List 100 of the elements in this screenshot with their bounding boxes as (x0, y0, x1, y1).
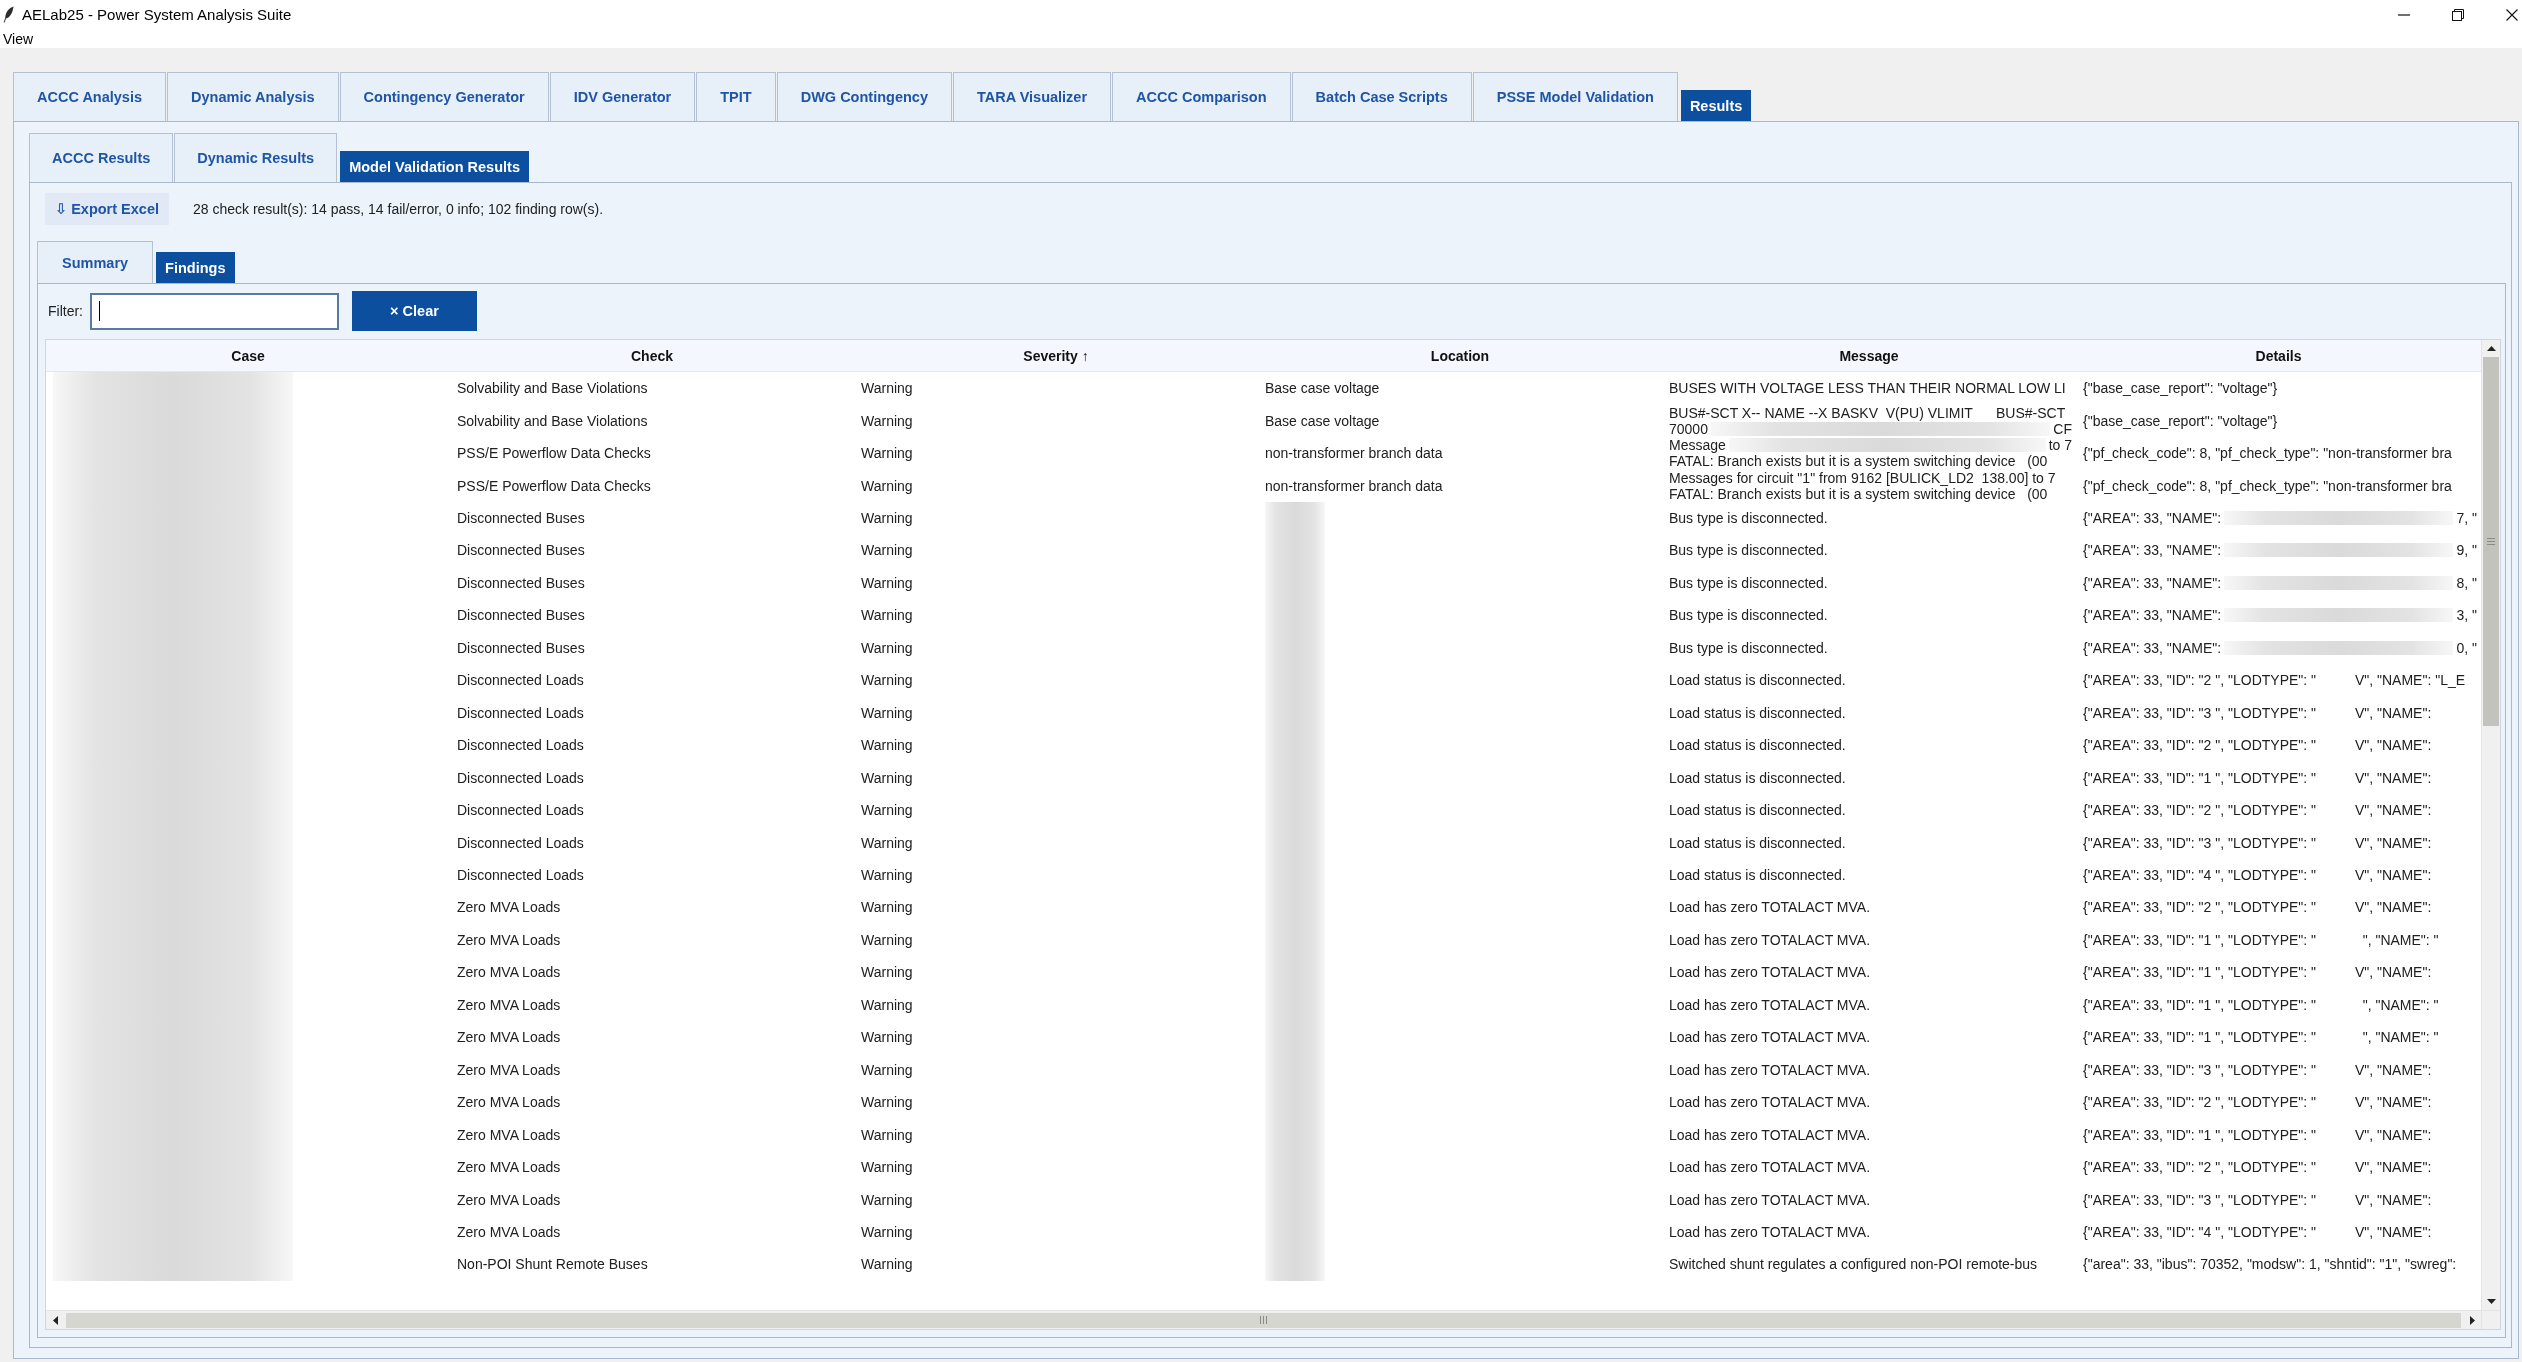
tab[interactable]: IDV Generator (549, 72, 696, 121)
table-cell-text: Warning (860, 930, 914, 950)
cell-text: Messages for circuit "1" from 9162 [BULICK_LD2 138.00] to 7 (1669, 469, 2056, 486)
table-cell-text: Bus type is disconnected. (1668, 573, 1829, 593)
table-cell-text: Zero MVA Loads (456, 995, 562, 1015)
table-cell-text: Zero MVA Loads (456, 1028, 562, 1048)
table-cell-text: Warning (860, 671, 914, 691)
table-cell-text: {"AREA": 33, "ID": "1 ", "LODTYPE": " V", "NAME": (2082, 963, 2433, 983)
table-cell-text: Load has zero TOTALACT MVA. (1668, 995, 1872, 1015)
tab[interactable]: ACCC Comparison (1112, 72, 1291, 121)
table-cell-text: Load status is disconnected. (1668, 703, 1847, 723)
table-cell-text: {"AREA": 33, "ID": "1 ", "LODTYPE": " ", "NAME": " (2082, 930, 2440, 950)
scrollbar-thumb[interactable] (66, 1312, 2461, 1328)
table-cell-text: BUSES WITH VOLTAGE LESS THAN THEIR NORMAL LOW LI (1668, 379, 2067, 399)
table-cell-text: Disconnected Buses (456, 638, 586, 658)
cell-text: BUS#-SCT X-- NAME --X BASKV V(PU) VLIMIT BUS#-SCT (1669, 404, 2066, 421)
feather-icon (3, 6, 14, 23)
tab[interactable]: TARA Visualizer (952, 72, 1112, 121)
table-cell-text: Warning (860, 768, 914, 788)
table-cell-text: Disconnected Buses (456, 541, 586, 561)
table-cell-text: Zero MVA Loads (456, 1060, 562, 1080)
cell-text: FATAL: Branch exists but it is a system switching device (00 (1669, 453, 2048, 470)
scroll-down-arrow-icon[interactable] (2486, 1299, 2496, 1304)
scrollbar-thumb[interactable] (2483, 357, 2499, 726)
table-cell-text: Warning (860, 573, 914, 593)
cell-text: 7, " (2456, 510, 2477, 527)
table-cell-text: {"AREA": 33, "ID": "2 ", "LODTYPE": " V", "NAME": (2082, 801, 2433, 821)
blurred-redaction (1265, 1248, 1325, 1281)
column-header[interactable]: Location (1258, 340, 1662, 371)
restore-icon[interactable] (2452, 8, 2464, 21)
table-cell-text: {"AREA": 33, "ID": "4 ", "LODTYPE": " V", "NAME": (2082, 866, 2433, 885)
column-header[interactable]: Details (2076, 340, 2481, 371)
tab[interactable]: ACCC Analysis (13, 72, 167, 121)
table-cell-text: Warning (860, 638, 914, 658)
table-cell-text: Warning (860, 444, 914, 464)
table-cell-text: {"AREA": 33, "ID": "3 ", "LODTYPE": " V", "NAME": (2082, 703, 2433, 723)
table-cell-text: Warning (860, 411, 914, 431)
table-cell-text: Zero MVA Loads (456, 1125, 562, 1145)
table-cell-text: {"AREA": 33, "ID": "2 ", "LODTYPE": " V", "NAME": "L_E (2082, 671, 2467, 691)
tab[interactable]: Results (1680, 90, 1752, 121)
column-header[interactable]: Message (1662, 340, 2076, 371)
horizontal-scrollbar[interactable] (46, 1310, 2481, 1329)
table-cell-text: {"pf_check_code": 8, "pf_check_type": "non-transformer bra (2082, 444, 2453, 464)
export-button[interactable]: ⇩ Export Excel (45, 193, 169, 225)
column-header[interactable]: Case (46, 340, 450, 371)
tab[interactable]: Model Validation Results (340, 151, 529, 182)
table-cell-text: non-transformer branch data (1264, 444, 1444, 464)
table-cell-text: {"AREA": 33, "ID": "1 ", "LODTYPE": " V", "NAME": (2082, 768, 2433, 788)
tab[interactable]: Contingency Generator (339, 72, 549, 121)
tab[interactable]: ACCC Results (29, 133, 174, 182)
table-cell-text: Zero MVA Loads (456, 1190, 562, 1210)
table-cell-text: Warning (860, 1158, 914, 1178)
table-cell-text: Bus type is disconnected. (1668, 541, 1829, 561)
table-cell-text: {"AREA": 33, "ID": "2 ", "LODTYPE": " V", "NAME": (2082, 898, 2433, 918)
cell-text: 8, " (2456, 574, 2477, 591)
tab[interactable]: DWG Contingency (776, 72, 952, 121)
cell-text: {"AREA": 33, "NAME": (2083, 542, 2222, 559)
table-cell-text: Disconnected Loads (456, 671, 585, 691)
tab[interactable]: TPIT (696, 72, 776, 121)
table-cell-text: Disconnected Buses (456, 606, 586, 626)
clear-button[interactable]: × Clear (352, 291, 477, 331)
table-cell-text: Warning (860, 1028, 914, 1048)
scroll-left-arrow-icon[interactable] (52, 1315, 58, 1325)
table-cell-text: Load status is disconnected. (1668, 801, 1847, 821)
column-header[interactable]: Severity ↑ (854, 340, 1258, 371)
tab[interactable]: Dynamic Analysis (167, 72, 339, 121)
minimize-icon[interactable] (2398, 13, 2410, 16)
cell-text: 0, " (2456, 639, 2477, 656)
table-cell-text: {"area": 33, "ibus": 70352, "modsw": 1, "shntid": "1", "swreg": (2082, 1255, 2458, 1275)
tab[interactable]: Summary (37, 241, 154, 283)
table-cell-text: Zero MVA Loads (456, 1158, 562, 1178)
vertical-scrollbar[interactable] (2481, 340, 2500, 1310)
table-cell-text: Base case voltage (1264, 411, 1381, 431)
tab[interactable]: PSSE Model Validation (1472, 72, 1678, 121)
cell-text: FATAL: Branch exists but it is a system switching device (00 (1669, 485, 2048, 502)
table-cell-text: Load has zero TOTALACT MVA. (1668, 898, 1872, 918)
cell-text: CF (2053, 420, 2072, 437)
filter-label: Filter: (48, 303, 83, 319)
table-cell-text: Zero MVA Loads (456, 898, 562, 918)
close-icon[interactable] (2506, 8, 2518, 21)
table-cell-text: Bus type is disconnected. (1668, 606, 1829, 626)
table-cell-text: {"AREA": 33, "ID": "3 ", "LODTYPE": " V", "NAME": (2082, 1190, 2433, 1210)
grip-icon (2487, 538, 2495, 545)
table-cell-text: {"base_case_report": "voltage"} (2082, 411, 2279, 431)
table-cell-text: Warning (860, 1125, 914, 1145)
table-cell-text: Warning (860, 1223, 914, 1242)
menu-item[interactable]: View (2, 30, 35, 47)
tab[interactable]: Batch Case Scripts (1291, 72, 1472, 121)
scroll-right-arrow-icon[interactable] (2469, 1315, 2475, 1325)
table-cell-text: {"AREA": 33, "ID": "2 ", "LODTYPE": " V", "NAME": (2082, 736, 2433, 756)
tab[interactable]: Findings (156, 252, 235, 283)
column-header[interactable]: Check (450, 340, 854, 371)
table-cell-text: Disconnected Buses (456, 573, 586, 593)
table-cell-text: Zero MVA Loads (456, 930, 562, 950)
table-cell-text: Warning (860, 606, 914, 626)
tab[interactable]: Dynamic Results (174, 133, 338, 182)
cell-text: 3, " (2456, 607, 2477, 624)
filter-field[interactable] (90, 292, 339, 330)
scroll-up-arrow-icon[interactable] (2486, 346, 2496, 351)
table-cell-text: Warning (860, 866, 914, 885)
